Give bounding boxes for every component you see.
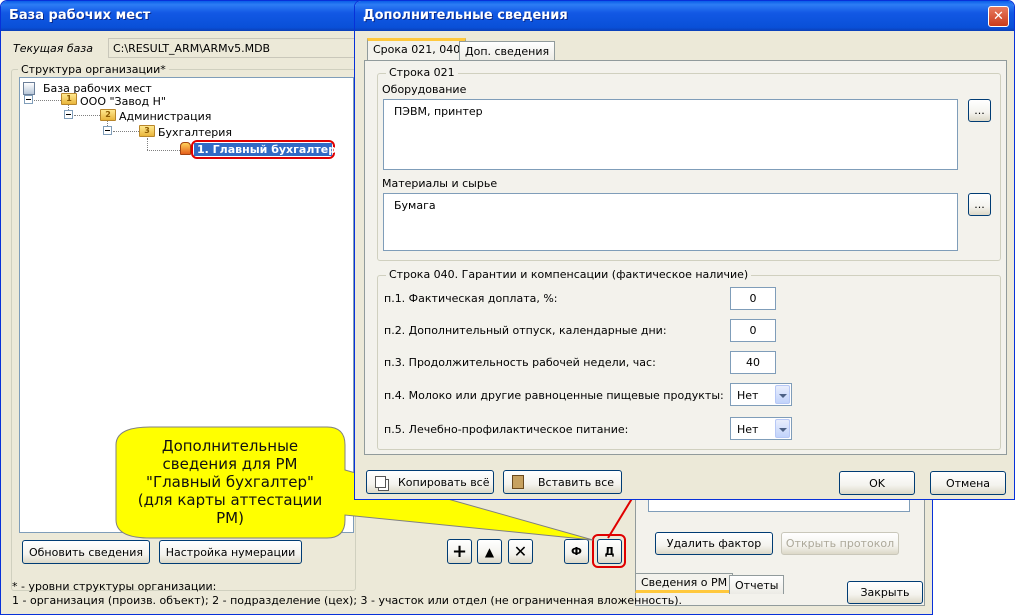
- row-021-group: Строка 021 Оборудование ПЭВМ, принтер ..…: [377, 66, 1001, 261]
- copy-icon: [375, 476, 386, 488]
- ok-button[interactable]: OK: [839, 471, 915, 495]
- copy-all-label: Копировать всё: [398, 475, 490, 489]
- chevron-down-icon[interactable]: [775, 385, 790, 404]
- dialog-close-button[interactable]: ✕: [988, 6, 1009, 27]
- chevron-down-icon[interactable]: [775, 419, 790, 438]
- guarantee-select-5-value: Нет: [737, 423, 759, 436]
- guarantee-select-4-value: Нет: [737, 389, 759, 402]
- guarantee-label-1: п.1. Фактическая доплата, %:: [384, 292, 558, 305]
- guarantee-label-2: п.2. Дополнительный отпуск, календарные …: [384, 324, 667, 337]
- guarantee-select-5[interactable]: Нет: [730, 417, 792, 440]
- materials-textarea[interactable]: Бумага: [383, 193, 958, 251]
- guarantee-input-3[interactable]: 40: [730, 351, 776, 374]
- equipment-browse-button[interactable]: ...: [968, 99, 991, 122]
- guarantee-input-1[interactable]: 0: [730, 287, 776, 310]
- row-040-group: Строка 040. Гарантии и компенсации (факт…: [377, 268, 1001, 450]
- callout-text: Дополнительные сведения для РМ "Главный …: [137, 437, 323, 527]
- additional-info-dialog: Дополнительные сведения ✕ Срока 021, 040…: [354, 0, 1015, 500]
- equipment-textarea[interactable]: ПЭВМ, принтер: [383, 99, 958, 170]
- row-021-title: Строка 021: [386, 66, 458, 79]
- equipment-label: Оборудование: [382, 83, 467, 96]
- tab-additional-info[interactable]: Доп. сведения: [459, 41, 556, 60]
- paste-all-label: Вставить все: [538, 475, 615, 489]
- guarantee-input-2[interactable]: 0: [730, 319, 776, 342]
- dialog-title: Дополнительные сведения: [355, 1, 1014, 31]
- guarantee-label-3: п.3. Продолжительность рабочей недели, ч…: [384, 356, 656, 369]
- materials-browse-button[interactable]: ...: [968, 193, 991, 216]
- row-040-title: Строка 040. Гарантии и компенсации (факт…: [386, 268, 752, 281]
- copy-all-button[interactable]: Копировать всё: [366, 470, 494, 494]
- guarantee-select-4[interactable]: Нет: [730, 383, 792, 406]
- cancel-button[interactable]: Отмена: [930, 471, 1006, 495]
- paste-all-button[interactable]: Вставить все: [503, 470, 622, 494]
- tab-rows-021-040[interactable]: Срока 021, 040: [367, 38, 467, 60]
- materials-label: Материалы и сырье: [382, 177, 498, 190]
- guarantee-label-4: п.4. Молоко или другие равноценные пищев…: [384, 389, 724, 402]
- clipboard-icon: [512, 475, 524, 489]
- dialog-body: Срока 021, 040 Доп. сведения Строка 021 …: [358, 31, 1011, 496]
- guarantee-label-5: п.5. Лечебно-профилактическое питание:: [384, 423, 629, 436]
- tab-panel: Строка 021 Оборудование ПЭВМ, принтер ..…: [364, 60, 1007, 455]
